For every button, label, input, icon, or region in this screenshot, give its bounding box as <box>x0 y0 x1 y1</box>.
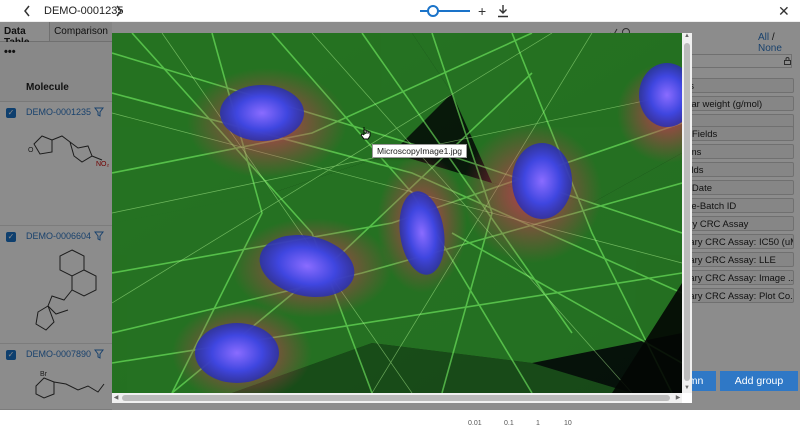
previous-record-button[interactable] <box>20 0 34 22</box>
scroll-up-arrow[interactable]: ▲ <box>683 33 691 41</box>
image-filename-tooltip: MicroscopyImage1.jpg <box>372 144 468 158</box>
next-record-button[interactable] <box>112 0 126 22</box>
add-group-button[interactable]: Add group <box>720 371 798 391</box>
scroll-left-arrow[interactable]: ◀ <box>112 393 120 403</box>
chevron-left-icon <box>24 5 30 16</box>
zoom-slider-knob[interactable] <box>426 5 439 17</box>
scale-tick: 1 <box>536 420 540 427</box>
close-viewer-button[interactable]: ✕ <box>778 3 790 20</box>
zoom-slider[interactable] <box>420 5 470 17</box>
zoom-in-button[interactable]: + <box>478 3 486 19</box>
hand-cursor-icon <box>360 127 371 140</box>
vertical-scroll-thumb[interactable] <box>684 43 690 381</box>
viewer-toolbar: DEMO-0001235 + ✕ <box>0 0 800 22</box>
chevron-right-icon <box>116 5 122 16</box>
image-viewer: ▲ ▼ ◀ ▶ <box>112 33 692 403</box>
scale-tick: 10 <box>564 420 572 427</box>
zoom-control: + <box>420 0 486 22</box>
scale-tick: 0.01 <box>468 420 482 427</box>
microscopy-image <box>112 33 682 393</box>
scale-tick: 0.1 <box>504 420 514 427</box>
vertical-scrollbar[interactable]: ▲ ▼ <box>682 33 692 393</box>
axis-scale: 0.01 0.1 1 10 <box>112 418 676 432</box>
download-icon[interactable] <box>497 4 509 18</box>
horizontal-scrollbar[interactable]: ◀ ▶ <box>112 393 682 403</box>
scroll-right-arrow[interactable]: ▶ <box>674 393 682 403</box>
horizontal-scroll-thumb[interactable] <box>122 395 670 401</box>
scroll-down-arrow[interactable]: ▼ <box>683 385 691 393</box>
